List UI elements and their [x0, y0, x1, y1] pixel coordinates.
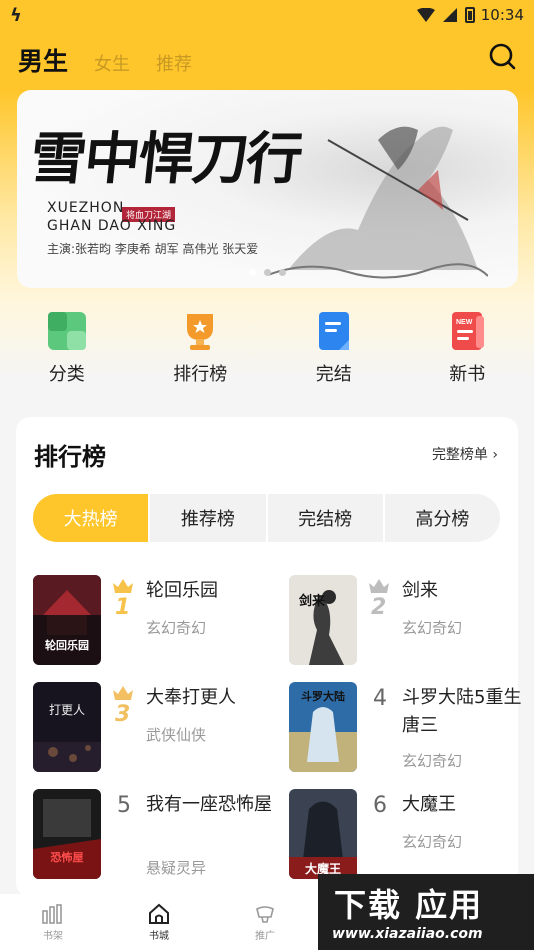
battery-icon — [464, 7, 475, 23]
ranking-tabs: 大热榜 推荐榜 完结榜 高分榜 — [33, 494, 500, 542]
nav-promote[interactable]: 推广 — [212, 894, 318, 950]
book-item[interactable]: 大魔王 6 大魔王 玄幻奇幻 — [289, 789, 529, 881]
tab-recommended[interactable]: 推荐榜 — [148, 494, 265, 542]
nav-label: 书城 — [149, 930, 169, 942]
book-item[interactable]: 剑来 2 剑来 玄幻奇幻 — [289, 575, 529, 667]
signal-icon — [442, 8, 457, 22]
book-rank: 3 — [115, 702, 131, 727]
status-bar: ϟ 10:34 — [0, 0, 534, 30]
book-cover: 打更人 — [33, 682, 101, 772]
category-icon — [47, 312, 86, 350]
cover-text: 恐怖屋 — [51, 850, 84, 864]
book-cover: 轮回乐园 — [33, 575, 101, 665]
book-genre: 玄幻奇幻 — [402, 619, 463, 637]
book-rank: 2 — [371, 595, 387, 620]
book-item[interactable]: 恐怖屋 5 我有一座恐怖屋 悬疑灵异 — [33, 789, 273, 881]
nav-label: 书架 — [43, 930, 63, 942]
nav-bookstore[interactable]: 书城 — [106, 894, 212, 950]
book-title: 大魔王 — [402, 794, 456, 815]
banner-cast: 主演:张若昀 李庚希 胡军 高伟光 张天爱 — [47, 242, 259, 256]
book-rank: 6 — [373, 793, 387, 818]
watermark-url: www.xiazaiiao.com — [332, 926, 483, 942]
quick-nav-category[interactable]: 分类 — [0, 310, 134, 386]
home-icon — [149, 903, 169, 924]
silver-crown-icon — [369, 579, 389, 593]
book-genre: 玄幻奇幻 — [402, 752, 463, 770]
wifi-icon — [416, 8, 435, 22]
trophy-icon — [187, 314, 214, 350]
nav-bookshelf[interactable]: 书架 — [0, 894, 106, 950]
cover-text: 剑来 — [298, 593, 326, 609]
banner-pagination — [249, 269, 286, 276]
full-ranking-link[interactable]: 完整榜单 › — [432, 444, 498, 464]
book-genre: 悬疑灵异 — [146, 859, 207, 877]
book-title: 剑来 — [402, 580, 438, 601]
search-icon[interactable] — [488, 42, 516, 70]
book-genre: 玄幻奇幻 — [402, 833, 463, 851]
promote-icon — [256, 905, 274, 923]
quick-nav-label: 排行榜 — [173, 364, 228, 385]
watermark-text: 下载 应用 — [334, 886, 484, 924]
gold-crown-icon — [113, 579, 133, 593]
book-genre: 玄幻奇幻 — [146, 619, 207, 637]
book-cover: 大魔王 — [289, 789, 357, 879]
tab-completed[interactable]: 完结榜 — [265, 494, 383, 542]
quick-nav: 分类 排行榜 完结 NEW 新书 — [0, 310, 534, 386]
cover-text: 轮回乐园 — [45, 638, 89, 652]
page-dot[interactable] — [264, 269, 271, 276]
book-title: 我有一座恐怖屋 — [146, 794, 272, 815]
bronze-crown-icon — [113, 686, 133, 700]
book-title: 大奉打更人 — [146, 687, 236, 708]
quick-nav-ranking[interactable]: 排行榜 — [134, 310, 268, 386]
tab-male[interactable]: 男生 — [18, 42, 68, 78]
banner-subtitle-2: GHAN DAO XING — [47, 218, 177, 234]
tab-hot[interactable]: 大热榜 — [33, 494, 149, 542]
page-dot[interactable] — [249, 269, 256, 276]
svg-text:NEW: NEW — [456, 319, 473, 326]
quick-nav-label: 分类 — [48, 364, 85, 385]
book-rank: 5 — [117, 793, 131, 818]
gender-tabs: 男生 女生 推荐 — [18, 42, 192, 78]
banner-title: 雪中悍刀行 — [27, 126, 304, 192]
book-cover: 斗罗大陆 — [289, 682, 357, 772]
promo-banner[interactable]: 雪中悍刀行 XUEZHON 将血刀江湖 GHAN DAO XING 主演:张若昀… — [17, 90, 518, 288]
book-rank: 1 — [115, 595, 131, 620]
book-title: 斗罗大陆5重生唐三 — [402, 687, 522, 736]
book-genre: 武侠仙侠 — [146, 726, 207, 744]
status-time: 10:34 — [480, 6, 524, 24]
new-book-icon: NEW — [452, 312, 485, 350]
cover-text: 打更人 — [49, 703, 85, 717]
book-cover: 剑来 — [289, 575, 357, 665]
banner-subtitle-1: XUEZHON — [47, 200, 125, 216]
cover-text: 斗罗大陆 — [301, 689, 345, 703]
quick-nav-label: 完结 — [315, 364, 352, 385]
lightning-icon: ϟ — [10, 4, 22, 26]
book-item[interactable]: 轮回乐园 1 轮回乐园 玄幻奇幻 — [33, 575, 273, 667]
tab-female[interactable]: 女生 — [94, 50, 130, 76]
book-item[interactable]: 打更人 3 大奉打更人 武侠仙侠 — [33, 682, 273, 774]
bookshelf-icon — [42, 903, 62, 924]
quick-nav-new[interactable]: NEW 新书 — [401, 310, 534, 386]
page-dot[interactable] — [279, 269, 286, 276]
ranking-card: 排行榜 完整榜单 › 大热榜 推荐榜 完结榜 高分榜 轮回乐园 1 轮回乐园 玄… — [16, 417, 521, 897]
book-done-icon — [318, 312, 349, 350]
watermark-logo: 下载 应用 www.xiazaiiao.com — [318, 874, 534, 950]
book-cover: 恐怖屋 — [33, 789, 101, 879]
tab-recommend[interactable]: 推荐 — [156, 50, 192, 76]
tab-top-rated[interactable]: 高分榜 — [382, 494, 500, 542]
quick-nav-label: 新书 — [449, 364, 486, 385]
quick-nav-finished[interactable]: 完结 — [267, 310, 401, 386]
book-item[interactable]: 斗罗大陆 4 斗罗大陆5重生唐三 玄幻奇幻 — [289, 682, 529, 774]
ranking-title: 排行榜 — [34, 443, 106, 471]
book-title: 轮回乐园 — [146, 580, 218, 601]
book-rank: 4 — [373, 686, 387, 711]
nav-label: 推广 — [255, 930, 275, 942]
